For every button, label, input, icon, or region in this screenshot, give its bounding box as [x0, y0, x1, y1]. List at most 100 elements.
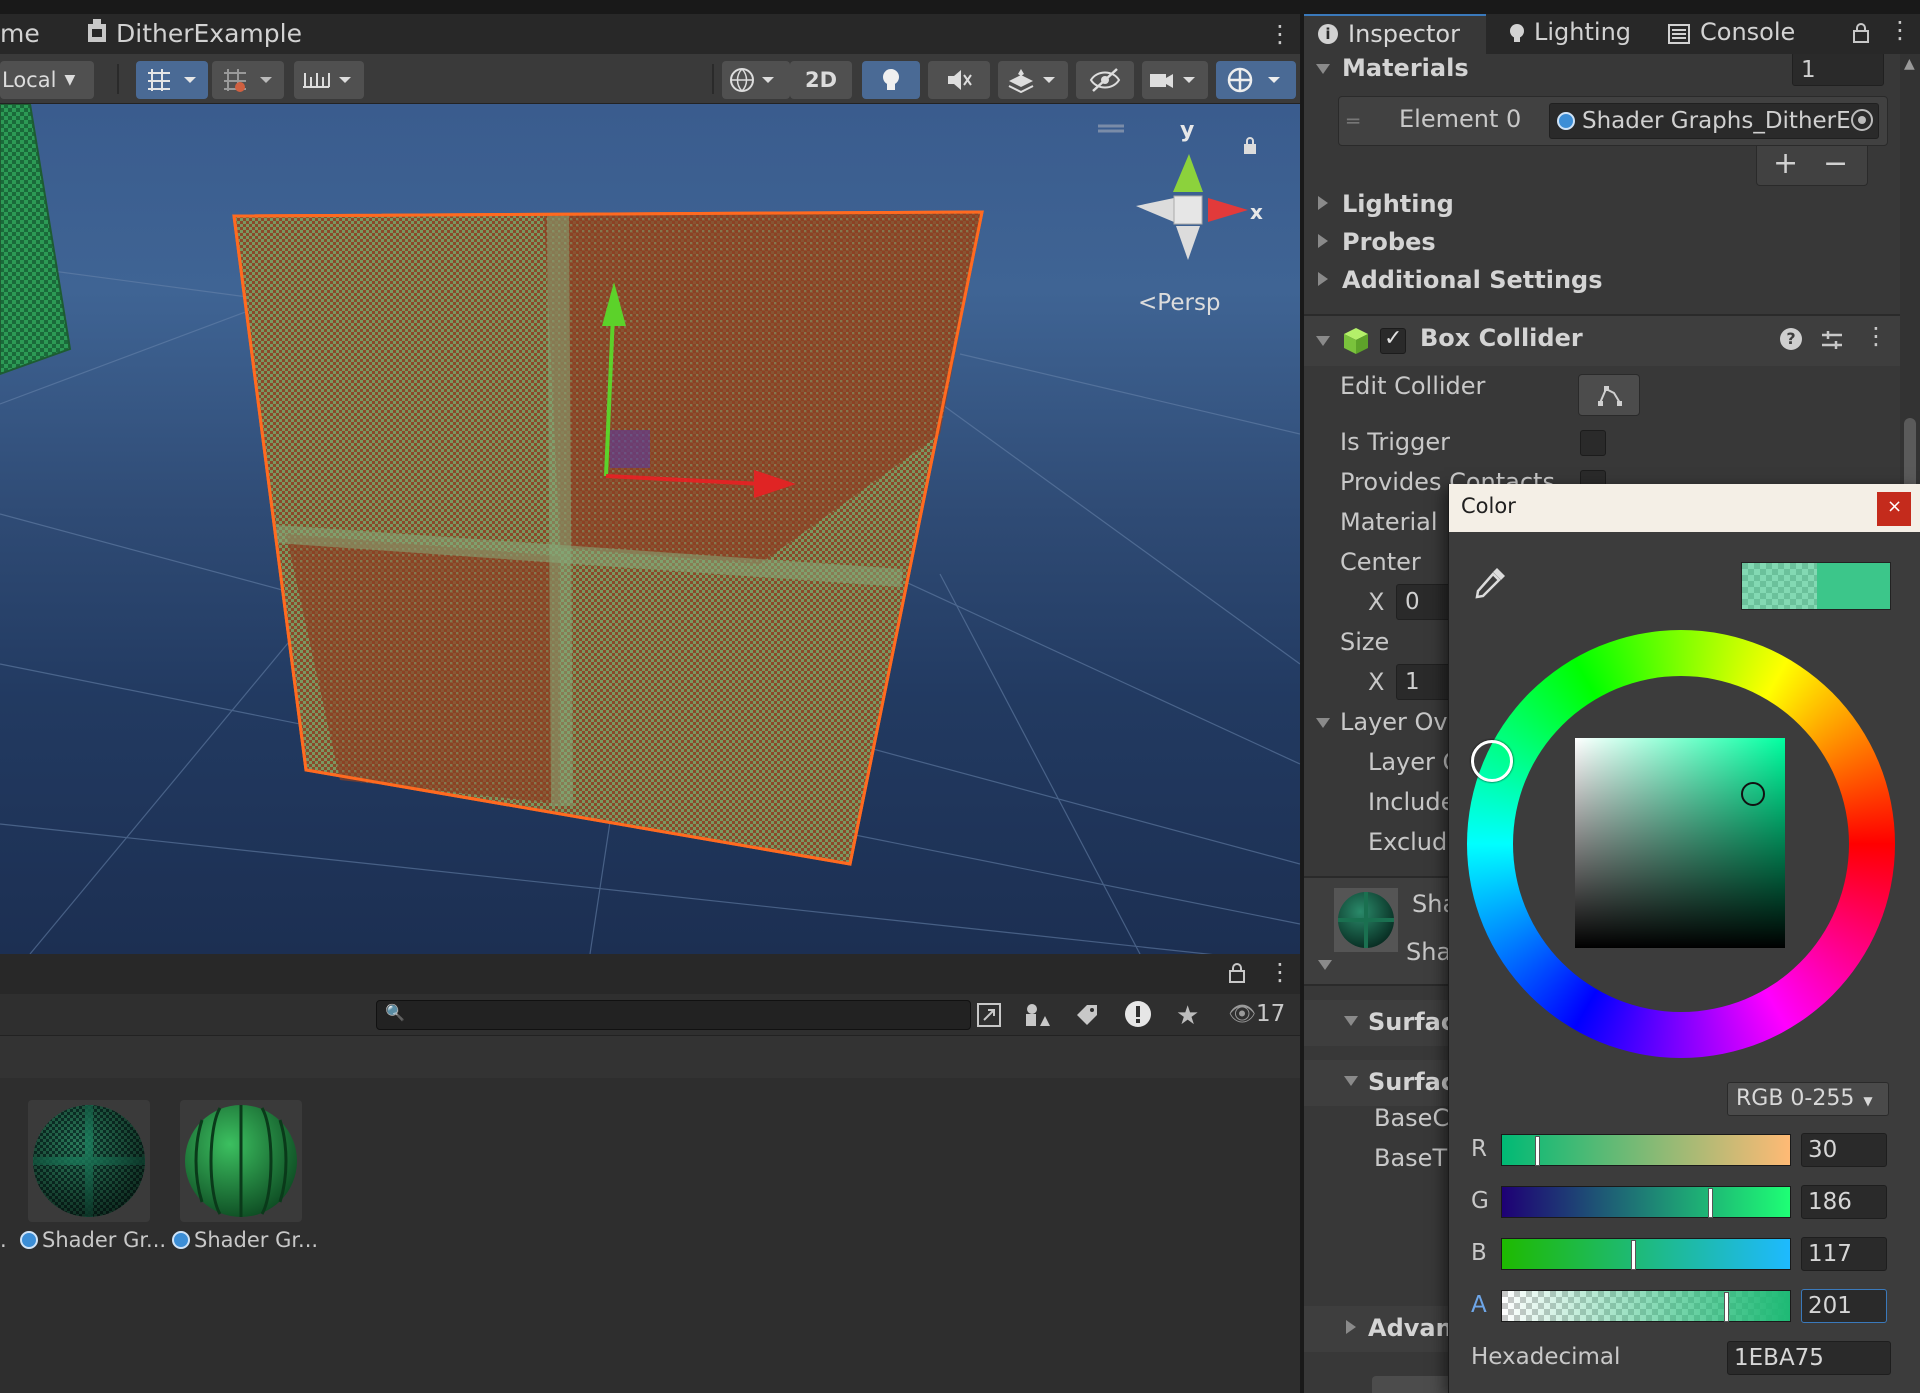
r-slider-knob[interactable]	[1535, 1136, 1540, 1166]
asset-label: Shader Gr...	[194, 1228, 319, 1252]
center-x-field[interactable]: 0	[1396, 584, 1456, 620]
g-slider-knob[interactable]	[1708, 1188, 1713, 1218]
element0-object-field[interactable]: Shader Graphs_DitherE	[1549, 103, 1879, 139]
increment-snap-icon	[224, 69, 272, 92]
g-field[interactable]: 186	[1801, 1185, 1887, 1219]
project-kebab-icon[interactable]: ⋮	[1268, 958, 1292, 986]
r-label: R	[1471, 1136, 1487, 1162]
increment-snap-button[interactable]	[212, 61, 284, 99]
draw-mode-dropdown[interactable]	[722, 61, 790, 99]
asset-thumbnail[interactable]	[180, 1100, 302, 1222]
color-mode-dropdown[interactable]: RGB 0-255 ▼	[1727, 1082, 1889, 1116]
project-search-input[interactable]: 🔍	[376, 1000, 971, 1030]
scene-visibility-toggle[interactable]	[1076, 61, 1134, 99]
tab-game[interactable]: me	[0, 19, 40, 48]
eyedropper-icon[interactable]	[1473, 564, 1509, 600]
toggle-2d-button[interactable]: 2D	[790, 61, 852, 99]
tag-icon[interactable]	[1074, 1002, 1100, 1032]
scene-lighting-toggle[interactable]	[862, 61, 920, 99]
b-slider-knob[interactable]	[1631, 1240, 1636, 1270]
hex-field[interactable]: 1EBA75	[1727, 1341, 1891, 1375]
box-collider-foldout-icon[interactable]	[1316, 336, 1330, 346]
hidden-packages-toggle[interactable]: 👁17	[1228, 1001, 1285, 1027]
lock-icon[interactable]	[1228, 962, 1246, 988]
sv-handle[interactable]	[1741, 782, 1765, 806]
g-slider[interactable]	[1501, 1186, 1791, 1218]
box-collider-enabled-checkbox[interactable]: ✓	[1380, 326, 1406, 354]
a-slider-knob[interactable]	[1724, 1292, 1729, 1322]
close-icon: ×	[1887, 496, 1903, 517]
surface-options-foldout-icon[interactable]	[1344, 1016, 1358, 1026]
tab-inspector[interactable]: i Inspector	[1304, 14, 1486, 54]
view-projection-toggle[interactable]: <Persp	[1138, 290, 1221, 316]
add-component-button[interactable]	[1372, 1376, 1452, 1393]
tab-lighting[interactable]: Lighting	[1494, 14, 1644, 54]
tab-console[interactable]: Console	[1654, 14, 1814, 54]
section-additional-settings[interactable]: Additional Settings	[1342, 266, 1603, 294]
scene-effects-dropdown[interactable]	[998, 61, 1068, 99]
layer-overrides-foldout-icon[interactable]	[1316, 718, 1330, 728]
a-slider[interactable]	[1501, 1290, 1791, 1322]
search-by-type-icon[interactable]	[976, 1002, 1002, 1032]
scene-camera-dropdown[interactable]	[1142, 61, 1208, 99]
asset-item[interactable]: Shader Gr...	[172, 1228, 318, 1252]
list-add-remove: + −	[1756, 146, 1868, 186]
asset-thumbnail[interactable]	[28, 1100, 150, 1222]
scroll-up-icon[interactable]: ▲	[1904, 56, 1915, 72]
saturation-value-square[interactable]	[1575, 738, 1785, 948]
box-collider-header[interactable]: ✓ Box Collider ? ⋮	[1304, 316, 1920, 366]
b-field[interactable]: 117	[1801, 1237, 1887, 1271]
hue-handle[interactable]	[1471, 740, 1513, 782]
material-icon	[1557, 112, 1575, 130]
ruler-snap-button[interactable]	[294, 61, 364, 99]
search-by-label-icon[interactable]	[1024, 1002, 1050, 1032]
b-slider[interactable]	[1501, 1238, 1791, 1270]
grid-snap-button[interactable]	[136, 61, 208, 99]
additional-settings-foldout-icon[interactable]	[1318, 272, 1328, 286]
size-x-field[interactable]: 1	[1396, 664, 1456, 700]
remove-element-button[interactable]: −	[1823, 146, 1848, 181]
chevron-down-icon: ▼	[64, 72, 76, 88]
lock-icon[interactable]	[1852, 22, 1870, 44]
materials-count-field[interactable]: 1	[1792, 54, 1884, 86]
gizmo-lock-icon[interactable]	[1242, 136, 1258, 160]
material-foldout-icon[interactable]	[1318, 960, 1332, 970]
gizmos-dropdown[interactable]	[1216, 61, 1296, 99]
scene-toolbar: Local ▼ 2D	[0, 54, 1300, 104]
favorites-star-icon[interactable]: ★	[1176, 1001, 1199, 1031]
include-layers-label: Include	[1368, 788, 1456, 816]
probes-foldout-icon[interactable]	[1318, 234, 1328, 248]
asset-item[interactable]: Shader Gr...	[20, 1228, 166, 1252]
r-slider[interactable]	[1501, 1134, 1791, 1166]
warning-icon[interactable]	[1124, 1000, 1152, 1032]
inspector-kebab-icon[interactable]: ⋮	[1888, 16, 1912, 44]
layer-overrides-label[interactable]: Layer Ove	[1340, 708, 1462, 736]
materials-foldout-icon[interactable]	[1316, 64, 1330, 74]
add-element-button[interactable]: +	[1773, 146, 1798, 181]
scene-viewport[interactable]: y x <Persp	[0, 104, 1300, 954]
edit-collider-button[interactable]	[1578, 374, 1640, 416]
left-cube-object	[0, 104, 72, 376]
drag-handle-icon[interactable]: ═	[1347, 109, 1359, 133]
object-picker-icon[interactable]	[1851, 109, 1873, 131]
surface-inputs-foldout-icon[interactable]	[1344, 1076, 1358, 1086]
scene-audio-toggle[interactable]	[928, 61, 990, 99]
section-lighting[interactable]: Lighting	[1342, 190, 1454, 218]
section-probes[interactable]: Probes	[1342, 228, 1436, 256]
material-shader-field[interactable]: Sha	[1406, 938, 1451, 966]
presets-icon[interactable]	[1820, 328, 1844, 352]
r-field[interactable]: 30	[1801, 1133, 1887, 1167]
a-field[interactable]: 201	[1801, 1289, 1887, 1323]
tab-scene[interactable]: DitherExample	[116, 19, 302, 48]
component-kebab-icon[interactable]: ⋮	[1864, 322, 1888, 350]
advanced-foldout-icon[interactable]	[1346, 1320, 1356, 1334]
scene-kebab-icon[interactable]: ⋮	[1268, 20, 1292, 48]
color-picker-titlebar[interactable]: Color ×	[1449, 484, 1920, 532]
eye-icon: 👁	[1228, 1002, 1256, 1027]
is-trigger-checkbox[interactable]	[1580, 430, 1606, 456]
pivot-dropdown[interactable]: Local ▼	[0, 61, 94, 99]
close-button[interactable]: ×	[1877, 492, 1911, 526]
help-icon[interactable]: ?	[1780, 328, 1802, 350]
toolbar-separator	[117, 64, 119, 94]
lighting-foldout-icon[interactable]	[1318, 196, 1328, 210]
